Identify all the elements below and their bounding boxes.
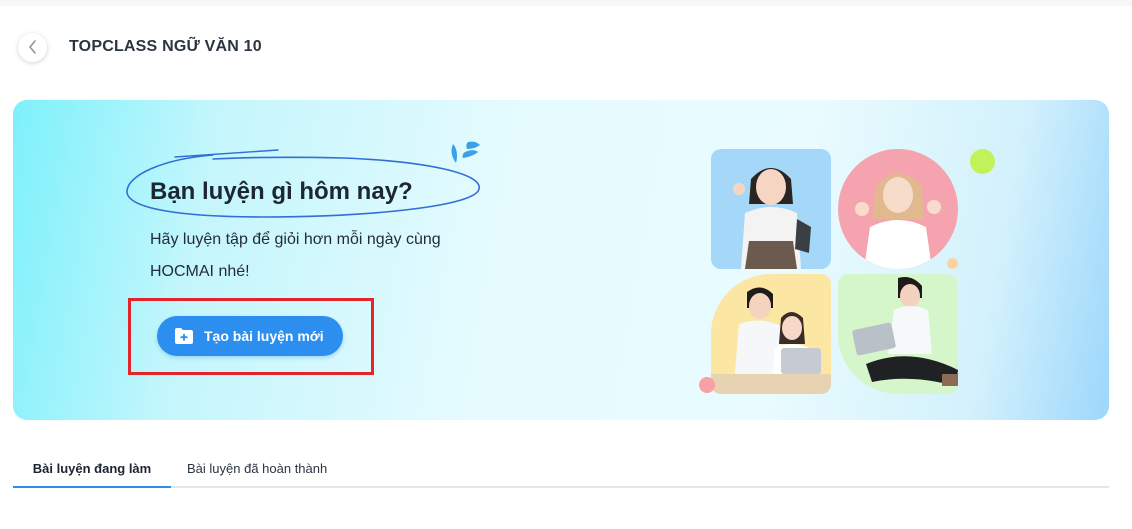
student-photo-4 [838,274,958,394]
back-button[interactable] [18,32,47,62]
student-photo-1 [711,149,831,269]
students-photo-3 [711,274,831,394]
decor-dot-green [970,149,995,174]
sparkle-decoration [451,141,480,163]
banner-heading: Bạn luyện gì hôm nay? [150,178,413,205]
banner-subtitle-line1: Hãy luyện tập để giỏi hơn mỗi ngày cùng [150,231,441,248]
decor-dot-peach [947,258,958,269]
tab-completed[interactable]: Bài luyện đã hoàn thành [187,452,327,488]
page-header: TOPCLASS NGỮ VĂN 10 [18,32,262,62]
create-practice-button-label: Tạo bài luyện mới [204,328,324,344]
tab-in-progress[interactable]: Bài luyện đang làm [13,452,171,488]
create-practice-button[interactable]: Tạo bài luyện mới [157,316,343,356]
page-title: TOPCLASS NGỮ VĂN 10 [69,38,262,55]
practice-banner: Bạn luyện gì hôm nay? Hãy luyện tập để g… [13,100,1109,420]
practice-tabs: Bài luyện đang làm Bài luyện đã hoàn thà… [13,452,1109,488]
student-photo-2 [838,149,958,269]
banner-subtitle-line2: HOCMAI nhé! [150,263,250,280]
top-strip [0,0,1132,6]
chevron-left-icon [28,40,36,54]
folder-plus-icon [175,328,193,344]
banner-subtitle: Hãy luyện tập để giỏi hơn mỗi ngày cùng … [150,224,510,288]
decor-dot-pink [699,377,715,393]
